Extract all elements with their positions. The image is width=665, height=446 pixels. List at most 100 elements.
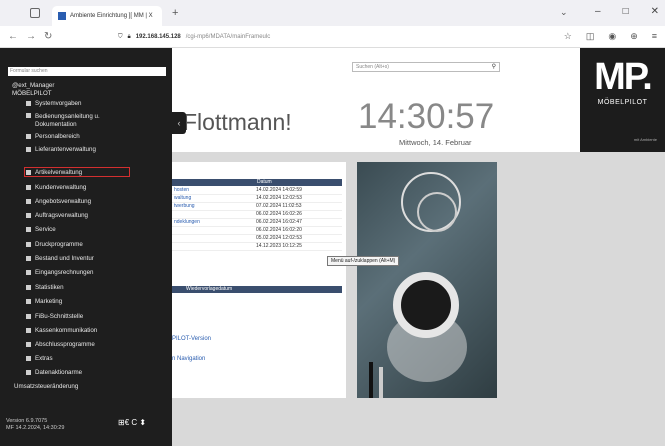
logo-tagline: mit Ambiente	[633, 137, 657, 142]
sidebar-item-personalbereich[interactable]: Personalbereich	[26, 133, 80, 140]
browser-nav-bar: ← → ↻ ⛉ 🔒︎ 192.168.145.128/cgi-mp6/MDATA…	[0, 26, 665, 48]
row-date: 05.02.2024 12:02:53	[256, 235, 302, 241]
row-date: 07.02.2024 11:02:53	[256, 203, 302, 209]
table-row[interactable]: 14.12.2023 10:12:25	[172, 243, 342, 251]
sidebar-item-bedienungsanleitung[interactable]: Bedienungsanleitung u. Dokumentation	[26, 112, 100, 128]
table-row[interactable]: 06.02.2024 16:02:20	[172, 227, 342, 235]
printer-icon	[26, 242, 31, 247]
sidebar-item-label: FiBu-Schnittstelle	[35, 313, 84, 320]
table-row[interactable]: ndeklungen 06.02.2024 16:02:47	[172, 219, 342, 227]
greeting-text: Flottmann!	[183, 109, 292, 135]
pen-shape	[379, 367, 383, 398]
flag-icon	[26, 342, 31, 347]
tree-root-user[interactable]: @ext_Manager	[12, 82, 54, 89]
money-icon	[26, 314, 31, 319]
earphone-cable-shape	[417, 192, 457, 232]
bookmark-star-icon[interactable]: ☆	[564, 31, 572, 42]
document-icon	[26, 199, 31, 204]
sidebar-item-angebotsverwaltung[interactable]: Angebotsverwaltung	[26, 198, 91, 205]
clock-time: 14:30:57	[358, 97, 495, 136]
moebelpilot-logo: MP. MÖBELPILOT mit Ambiente	[580, 48, 665, 152]
book-icon	[26, 113, 31, 118]
person-icon	[26, 134, 31, 139]
sidebar-item-label: Eingangsrechnungen	[35, 269, 94, 276]
account-icon[interactable]: ◉	[608, 31, 616, 42]
sidebar-item-kassenkommunikation[interactable]: Kassenkommunikation	[26, 327, 97, 334]
coffee-cup-shape	[393, 272, 459, 338]
chart-icon	[26, 285, 31, 290]
browser-tab[interactable]: Ambiente Einrichtung ][ MM | X	[52, 6, 162, 26]
sidebar-item-marketing[interactable]: Marketing	[26, 298, 62, 305]
sidebar-footer-icons[interactable]: ⊞€ C ⬍	[118, 418, 146, 427]
sidebar-item-kundenverwaltung[interactable]: Kundenverwaltung	[26, 184, 86, 191]
close-window-button[interactable]: ✕	[651, 6, 659, 17]
row-date: 14.02.2024 12:02:53	[256, 195, 302, 201]
pen-shape	[369, 362, 373, 398]
sidebar-item-label: Abschlussprogramme	[35, 341, 95, 348]
sidebar-item-druckprogramme[interactable]: Druckprogramme	[26, 241, 83, 248]
version-info: Version 6.9.7075 MF 14.2.2024, 14:30:29	[6, 418, 64, 432]
new-tab-button[interactable]: +	[172, 7, 178, 19]
browser-tab-bar: Ambiente Einrichtung ][ MM | X + ⌄ – □ ✕	[0, 0, 665, 26]
highlight-annotation-box	[24, 167, 130, 177]
sidebar-item-umsatzsteueraenderung[interactable]: Umsatzsteueränderung	[14, 383, 78, 390]
version-date: MF 14.2.2024, 14:30:29	[6, 425, 65, 431]
sidebar-item-lieferantenverwaltung[interactable]: Lieferantenverwaltung	[26, 146, 96, 153]
sidebar-item-service[interactable]: Service	[26, 226, 56, 233]
date-column-header: Datum	[257, 179, 272, 185]
sidebar-item-auftragsverwaltung[interactable]: Auftragsverwaltung	[26, 212, 88, 219]
version-link[interactable]: PILOT-Version	[172, 336, 211, 342]
form-search-input[interactable]: Formular suchen	[8, 67, 166, 76]
sidebar-item-eingangsrechnungen[interactable]: Eingangsrechnungen	[26, 269, 94, 276]
sidebar-item-label: Druckprogramme	[35, 241, 83, 248]
toolbar-icons: ☆ ◫ ◉ ⊕ ≡	[564, 31, 657, 42]
people-icon	[26, 185, 31, 190]
document-icon	[26, 213, 31, 218]
sidebar-item-fibu-schnittstelle[interactable]: FiBu-Schnittstelle	[26, 313, 83, 320]
sidebar-item-systemvorgaben[interactable]: Systemvorgaben	[26, 100, 81, 107]
address-bar[interactable]: ⛉ 🔒︎ 192.168.145.128/cgi-mp6/MDATA/mainF…	[118, 30, 548, 44]
extensions-icon[interactable]: ⊕	[630, 31, 638, 42]
table-row[interactable]: hosten 14.02.2024 14:02:59	[172, 187, 342, 195]
menu-icon[interactable]: ≡	[652, 31, 657, 42]
row-name: hosten	[174, 187, 190, 193]
tree-root-moebelpilot[interactable]: MÖBELPILOT	[12, 90, 52, 97]
sidebar-item-bestand-inventur[interactable]: Bestand und Inventur	[26, 255, 94, 262]
tab-overview-icon[interactable]	[30, 8, 40, 18]
search-icon[interactable]: ⚲	[492, 63, 496, 71]
navigation-link[interactable]: n Navigation	[172, 356, 205, 362]
sidebar-item-extras[interactable]: Extras	[26, 355, 53, 362]
sidebar-collapse-chevron-icon[interactable]: ‹	[172, 112, 186, 134]
sidebar-item-label: Kundenverwaltung	[35, 184, 87, 191]
decorative-photo	[357, 162, 497, 398]
global-search-input[interactable]: Suchen (Alt+s) ⚲	[352, 62, 500, 72]
sidebar-item-label: Auftragsverwaltung	[35, 212, 88, 219]
sidebar-item-label: Datenaktionarme	[35, 369, 83, 376]
clock-date: Mittwoch, 14. Februar	[399, 138, 472, 147]
sidebar-item-label: Umsatzsteueränderung	[14, 383, 79, 390]
sidebar-item-statistiken[interactable]: Statistiken	[26, 284, 64, 291]
back-icon[interactable]: ←	[8, 31, 18, 42]
sidebar-item-datenaktionarme[interactable]: Datenaktionarme	[26, 369, 82, 376]
pocket-icon[interactable]: ◫	[586, 31, 595, 42]
logo-subtitle: MÖBELPILOT	[597, 99, 648, 106]
wrench-icon	[26, 227, 31, 232]
tab-list-chevron-icon[interactable]: ⌄	[560, 7, 568, 18]
maximize-button[interactable]: □	[623, 6, 629, 17]
sidebar-item-label-line2: Dokumentation	[35, 121, 77, 128]
sidebar-item-label: Bedienungsanleitung u.	[35, 113, 100, 120]
row-name: ndeklungen	[174, 219, 200, 225]
star-icon	[26, 356, 31, 361]
reload-icon[interactable]: ↻	[44, 31, 52, 42]
sidebar-item-label: Angebotsverwaltung	[35, 198, 92, 205]
row-date: 14.02.2024 14:02:59	[256, 187, 302, 193]
sidebar-item-label: Marketing	[35, 298, 63, 305]
sidebar-menu: Formular suchen @ext_Manager MÖBELPILOT …	[0, 48, 172, 446]
table-row[interactable]: waltung 14.02.2024 12:02:53	[172, 195, 342, 203]
sidebar-item-abschlussprogramme[interactable]: Abschlussprogramme	[26, 341, 95, 348]
forward-icon[interactable]: →	[26, 31, 36, 42]
table-row[interactable]: twerbung 07.02.2024 11:02:53	[172, 203, 342, 211]
table-row[interactable]: 05.02.2024 12:02:53	[172, 235, 342, 243]
minimize-button[interactable]: –	[595, 6, 601, 17]
table-row[interactable]: 06.02.2024 16:02:26	[172, 211, 342, 219]
